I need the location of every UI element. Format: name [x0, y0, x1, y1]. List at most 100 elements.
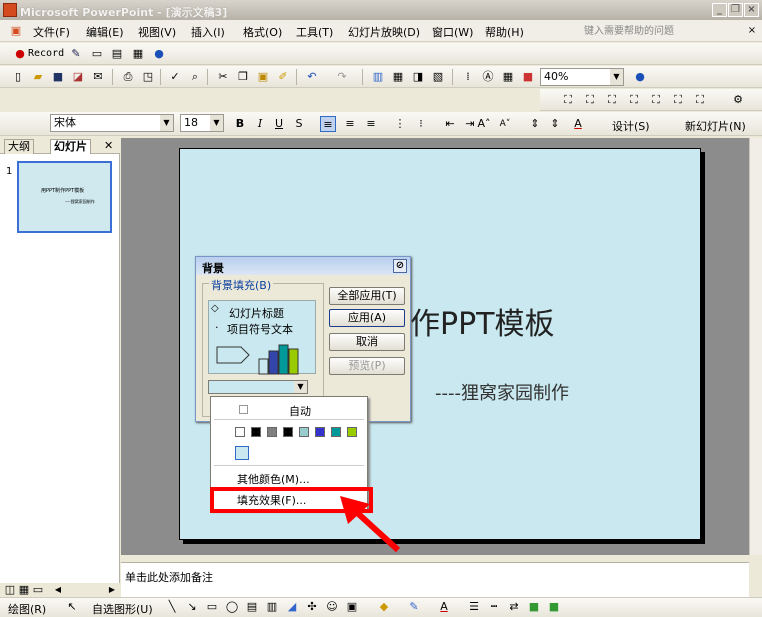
shape-icon[interactable]: ⛶ — [626, 92, 642, 108]
shape-icon[interactable]: ⛶ — [604, 92, 620, 108]
open-icon[interactable]: ▰ — [30, 69, 46, 85]
align-right-icon[interactable]: ≡ — [363, 116, 379, 132]
more-colors-option[interactable]: 其他颜色(M)... — [237, 471, 310, 487]
minimize-button[interactable]: _ — [712, 3, 727, 17]
fill-color-icon[interactable]: ◆ — [376, 599, 392, 615]
increase-spacing-icon[interactable]: ⇕ — [527, 116, 543, 132]
menu-help[interactable]: 帮助(H) — [485, 24, 524, 40]
menu-tools[interactable]: 工具(T) — [296, 24, 333, 40]
line-style-icon[interactable]: ☰ — [466, 599, 482, 615]
bullets-icon[interactable]: ⁝ — [413, 116, 429, 132]
undo-icon[interactable]: ↶ — [304, 69, 320, 85]
chevron-down-icon[interactable]: ▼ — [210, 115, 223, 131]
color-swatch[interactable] — [251, 427, 261, 437]
macro-icon[interactable]: ✎ — [68, 46, 84, 62]
arrow-style-icon[interactable]: ⇄ — [506, 599, 522, 615]
dash-style-icon[interactable]: ┅ — [486, 599, 502, 615]
menu-file[interactable]: 文件(F) — [33, 24, 70, 40]
record-button[interactable]: Record — [28, 48, 64, 59]
bold-icon[interactable]: B — [232, 116, 248, 132]
menu-edit[interactable]: 编辑(E) — [86, 24, 124, 40]
decrease-font-icon[interactable]: A˅ — [497, 116, 513, 132]
chart-icon[interactable]: ▥ — [370, 69, 386, 85]
color-swatch[interactable] — [315, 427, 325, 437]
align-left-icon[interactable]: ≡ — [320, 116, 336, 132]
vertical-textbox-icon[interactable]: ▥ — [264, 599, 280, 615]
shadow-icon[interactable]: S — [291, 116, 307, 132]
color-swatch[interactable] — [283, 427, 293, 437]
document-icon[interactable]: ▣ — [8, 23, 24, 39]
auto-option[interactable]: 自动 — [289, 403, 311, 419]
rectangle-icon[interactable]: ▭ — [204, 599, 220, 615]
color-swatch[interactable] — [299, 427, 309, 437]
format-painter-icon[interactable]: ✐ — [275, 69, 291, 85]
font-size-select[interactable]: 18 ▼ — [180, 114, 224, 132]
menu-insert[interactable]: 插入(I) — [191, 24, 225, 40]
chevron-down-icon[interactable]: ▼ — [294, 381, 307, 393]
tab-outline[interactable]: 大纲 — [4, 139, 34, 154]
color-swatch[interactable] — [235, 427, 245, 437]
font-color-icon[interactable]: A — [570, 116, 586, 132]
fill-color-dropdown[interactable]: ▼ — [208, 380, 308, 394]
menu-view[interactable]: 视图(V) — [138, 24, 176, 40]
slide-subtitle[interactable]: ----狸窝家园制作 — [435, 379, 569, 405]
show-formatting-icon[interactable]: Ⓐ — [480, 69, 496, 85]
dialog-close-icon[interactable]: ⊘ — [393, 259, 407, 273]
increase-font-icon[interactable]: A˄ — [476, 116, 492, 132]
picture-icon[interactable]: ▣ — [344, 599, 360, 615]
chevron-down-icon[interactable]: ▼ — [610, 69, 623, 85]
copy-icon[interactable]: ▦ — [130, 46, 146, 62]
color-swatch[interactable] — [331, 427, 341, 437]
color-swatch[interactable] — [347, 427, 357, 437]
shape-icon[interactable]: ⛶ — [670, 92, 686, 108]
color-grayscale-icon[interactable]: ■ — [520, 69, 536, 85]
autoshapes-button[interactable]: 自选图形(U) — [92, 601, 153, 617]
textbox-icon[interactable]: ▤ — [244, 599, 260, 615]
capture-icon[interactable]: ▤ — [109, 46, 125, 62]
arrow-icon[interactable]: ↘ — [184, 599, 200, 615]
print-preview-icon[interactable]: ◳ — [140, 69, 156, 85]
new-icon[interactable]: ▯ — [10, 69, 26, 85]
numbering-icon[interactable]: ⋮ — [392, 116, 408, 132]
vertical-scrollbar[interactable] — [749, 138, 762, 555]
print-icon[interactable]: ⎙ — [120, 69, 136, 85]
help-search-input[interactable]: 键入需要帮助的问题 — [584, 22, 704, 37]
cut-icon[interactable]: ✂ — [215, 69, 231, 85]
design-button[interactable]: 设计(S) — [612, 118, 650, 134]
decrease-spacing-icon[interactable]: ⇕ — [547, 116, 563, 132]
clipart-icon[interactable]: ☺ — [324, 599, 340, 615]
options-icon[interactable]: ⚙ — [730, 92, 746, 108]
apply-all-button[interactable]: 全部应用(T) — [329, 287, 405, 305]
apply-button[interactable]: 应用(A) — [329, 309, 405, 327]
shape-icon[interactable]: ⛶ — [582, 92, 598, 108]
slide-title[interactable]: 作PPT模板 — [410, 299, 555, 343]
notes-pane[interactable]: 单击此处添加备注 — [121, 562, 749, 597]
tab-slides[interactable]: 幻灯片 — [50, 139, 91, 154]
line-color-icon[interactable]: ✎ — [406, 599, 422, 615]
insert-picture-icon[interactable]: ▧ — [430, 69, 446, 85]
italic-icon[interactable]: I — [252, 116, 268, 132]
shape-icon[interactable]: ⛶ — [692, 92, 708, 108]
indent-icon[interactable]: ⇤ — [442, 116, 458, 132]
tables-borders-icon[interactable]: ◨ — [410, 69, 426, 85]
close-icon[interactable]: ✕ — [104, 139, 113, 152]
color-swatch[interactable] — [267, 427, 277, 437]
menu-slideshow[interactable]: 幻灯片放映(D) — [348, 24, 420, 40]
email-icon[interactable]: ✉ — [90, 69, 106, 85]
3d-style-icon[interactable]: ■ — [546, 599, 562, 615]
underline-icon[interactable]: U — [271, 116, 287, 132]
grid-icon[interactable]: ▦ — [500, 69, 516, 85]
copy-icon[interactable]: ❐ — [235, 69, 251, 85]
research-icon[interactable]: ⌕ — [187, 69, 203, 85]
font-color-icon[interactable]: A — [436, 599, 452, 615]
spelling-icon[interactable]: ✓ — [167, 69, 183, 85]
cancel-button[interactable]: 取消 — [329, 333, 405, 351]
table-icon[interactable]: ▦ — [390, 69, 406, 85]
paste-icon[interactable]: ▣ — [255, 69, 271, 85]
close-button[interactable]: × — [744, 3, 759, 17]
dialog-title-bar[interactable]: 背景 ⊘ — [196, 257, 410, 275]
record-icon[interactable]: ● — [12, 46, 28, 62]
help-icon[interactable]: ● — [632, 69, 648, 85]
zoom-select[interactable]: 40% ▼ — [540, 68, 624, 86]
screen-icon[interactable]: ▭ — [89, 46, 105, 62]
